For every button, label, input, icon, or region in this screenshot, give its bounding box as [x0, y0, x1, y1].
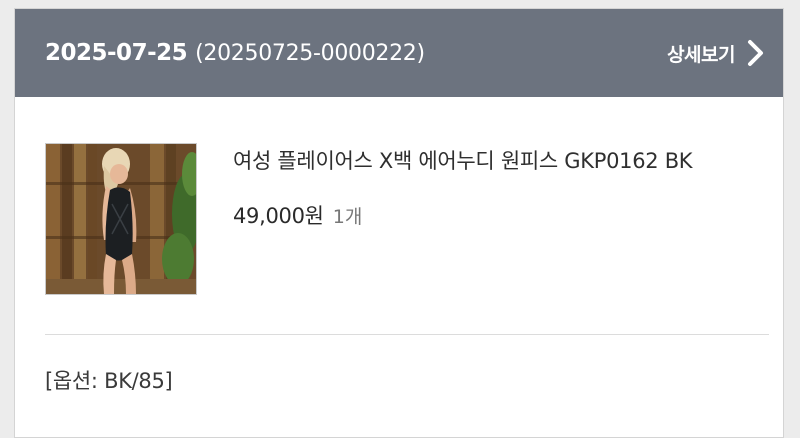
product-price: 49,000원: [233, 204, 324, 228]
product-row[interactable]: 여성 플레이어스 X백 에어누디 원피스 GKP0162 BK 49,000원 …: [45, 143, 769, 297]
product-quantity: 1개: [332, 206, 363, 228]
order-title: 2025-07-25 (20250725-0000222): [45, 40, 425, 66]
order-number: (20250725-0000222): [195, 41, 425, 66]
chevron-right-icon: [748, 40, 763, 66]
view-details-label: 상세보기: [667, 43, 735, 66]
product-photo: [46, 144, 196, 294]
price-line: 49,000원 1개: [233, 200, 769, 230]
order-header: 2025-07-25 (20250725-0000222) 상세보기: [15, 9, 783, 97]
product-info: 여성 플레이어스 X백 에어누디 원피스 GKP0162 BK 49,000원 …: [233, 145, 769, 230]
product-thumbnail[interactable]: [45, 143, 197, 295]
order-card: 2025-07-25 (20250725-0000222) 상세보기 여성 플레…: [14, 8, 784, 438]
divider: [45, 334, 769, 335]
product-name[interactable]: 여성 플레이어스 X백 에어누디 원피스 GKP0162 BK: [233, 145, 769, 178]
product-option: [옵션: BK/85]: [45, 369, 173, 393]
view-details-link[interactable]: 상세보기: [667, 38, 767, 68]
order-date: 2025-07-25: [45, 40, 188, 66]
